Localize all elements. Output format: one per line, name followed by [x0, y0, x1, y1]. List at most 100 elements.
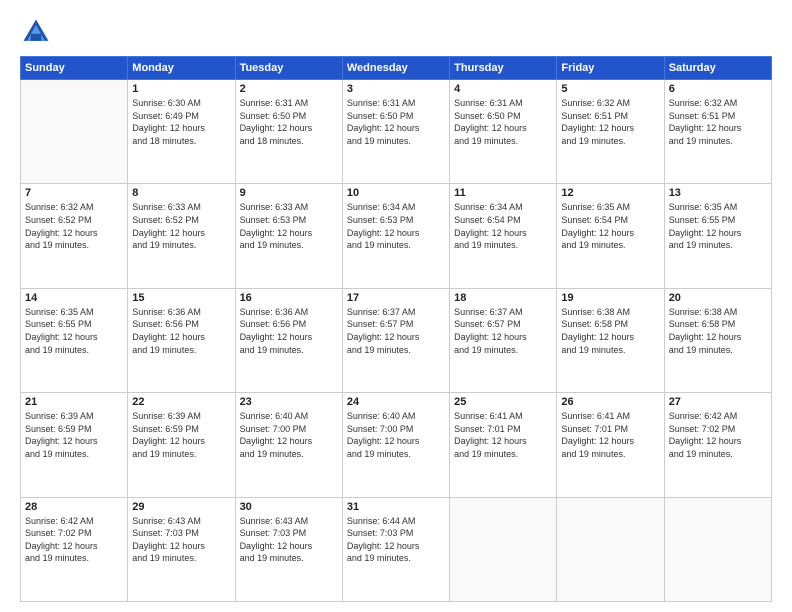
day-info: Sunrise: 6:42 AM Sunset: 7:02 PM Dayligh… [669, 410, 767, 460]
day-number: 23 [240, 396, 338, 408]
day-number: 15 [132, 292, 230, 304]
calendar-header-row: SundayMondayTuesdayWednesdayThursdayFrid… [21, 57, 772, 80]
day-info: Sunrise: 6:39 AM Sunset: 6:59 PM Dayligh… [132, 410, 230, 460]
day-number: 20 [669, 292, 767, 304]
day-info: Sunrise: 6:36 AM Sunset: 6:56 PM Dayligh… [132, 306, 230, 356]
calendar-cell: 20 Sunrise: 6:38 AM Sunset: 6:58 PM Dayli… [664, 288, 771, 392]
day-info: Sunrise: 6:42 AM Sunset: 7:02 PM Dayligh… [25, 515, 123, 565]
calendar-header-wednesday: Wednesday [342, 57, 449, 80]
day-info: Sunrise: 6:30 AM Sunset: 6:49 PM Dayligh… [132, 97, 230, 147]
calendar-cell [557, 497, 664, 601]
day-info: Sunrise: 6:33 AM Sunset: 6:53 PM Dayligh… [240, 201, 338, 251]
calendar-cell [21, 80, 128, 184]
day-info: Sunrise: 6:43 AM Sunset: 7:03 PM Dayligh… [240, 515, 338, 565]
day-number: 6 [669, 83, 767, 95]
day-number: 17 [347, 292, 445, 304]
calendar-cell: 18 Sunrise: 6:37 AM Sunset: 6:57 PM Dayli… [450, 288, 557, 392]
day-info: Sunrise: 6:33 AM Sunset: 6:52 PM Dayligh… [132, 201, 230, 251]
day-info: Sunrise: 6:41 AM Sunset: 7:01 PM Dayligh… [454, 410, 552, 460]
day-info: Sunrise: 6:36 AM Sunset: 6:56 PM Dayligh… [240, 306, 338, 356]
day-number: 1 [132, 83, 230, 95]
day-number: 16 [240, 292, 338, 304]
day-number: 25 [454, 396, 552, 408]
day-number: 14 [25, 292, 123, 304]
calendar-week-row: 1 Sunrise: 6:30 AM Sunset: 6:49 PM Daylig… [21, 80, 772, 184]
day-number: 13 [669, 187, 767, 199]
logo-icon [20, 16, 52, 48]
calendar-cell: 1 Sunrise: 6:30 AM Sunset: 6:49 PM Daylig… [128, 80, 235, 184]
day-number: 29 [132, 501, 230, 513]
calendar-cell: 5 Sunrise: 6:32 AM Sunset: 6:51 PM Daylig… [557, 80, 664, 184]
day-number: 24 [347, 396, 445, 408]
day-number: 31 [347, 501, 445, 513]
calendar-cell: 3 Sunrise: 6:31 AM Sunset: 6:50 PM Daylig… [342, 80, 449, 184]
calendar-cell: 4Sunrise: 6:31 AM Sunset: 6:50 PM Daylig… [450, 80, 557, 184]
header [20, 16, 772, 48]
day-number: 7 [25, 187, 123, 199]
calendar-cell: 16 Sunrise: 6:36 AM Sunset: 6:56 PM Dayli… [235, 288, 342, 392]
logo [20, 16, 56, 48]
day-number: 26 [561, 396, 659, 408]
day-number: 5 [561, 83, 659, 95]
calendar-cell: 13 Sunrise: 6:35 AM Sunset: 6:55 PM Dayli… [664, 184, 771, 288]
calendar-cell: 22 Sunrise: 6:39 AM Sunset: 6:59 PM Dayli… [128, 393, 235, 497]
day-number: 11 [454, 187, 552, 199]
day-number: 18 [454, 292, 552, 304]
calendar-cell: 24 Sunrise: 6:40 AM Sunset: 7:00 PM Dayli… [342, 393, 449, 497]
calendar-header-sunday: Sunday [21, 57, 128, 80]
day-info: Sunrise: 6:37 AM Sunset: 6:57 PM Dayligh… [347, 306, 445, 356]
calendar-cell: 30 Sunrise: 6:43 AM Sunset: 7:03 PM Dayli… [235, 497, 342, 601]
day-number: 9 [240, 187, 338, 199]
day-number: 28 [25, 501, 123, 513]
day-number: 27 [669, 396, 767, 408]
calendar-cell [664, 497, 771, 601]
day-info: Sunrise: 6:32 AM Sunset: 6:51 PM Dayligh… [561, 97, 659, 147]
day-number: 4 [454, 83, 552, 95]
calendar-cell: 28 Sunrise: 6:42 AM Sunset: 7:02 PM Dayli… [21, 497, 128, 601]
day-number: 19 [561, 292, 659, 304]
day-info: Sunrise: 6:35 AM Sunset: 6:55 PM Dayligh… [25, 306, 123, 356]
day-number: 10 [347, 187, 445, 199]
day-info: Sunrise: 6:32 AM Sunset: 6:52 PM Dayligh… [25, 201, 123, 251]
calendar-cell: 19 Sunrise: 6:38 AM Sunset: 6:58 PM Dayli… [557, 288, 664, 392]
day-number: 2 [240, 83, 338, 95]
day-info: Sunrise: 6:41 AM Sunset: 7:01 PM Dayligh… [561, 410, 659, 460]
calendar-cell: 10 Sunrise: 6:34 AM Sunset: 6:53 PM Dayli… [342, 184, 449, 288]
day-info: Sunrise: 6:38 AM Sunset: 6:58 PM Dayligh… [669, 306, 767, 356]
calendar-cell: 17 Sunrise: 6:37 AM Sunset: 6:57 PM Dayli… [342, 288, 449, 392]
day-info: Sunrise: 6:34 AM Sunset: 6:53 PM Dayligh… [347, 201, 445, 251]
day-info: Sunrise: 6:35 AM Sunset: 6:54 PM Dayligh… [561, 201, 659, 251]
day-info: Sunrise: 6:35 AM Sunset: 6:55 PM Dayligh… [669, 201, 767, 251]
day-number: 30 [240, 501, 338, 513]
day-info: Sunrise: 6:40 AM Sunset: 7:00 PM Dayligh… [240, 410, 338, 460]
day-info: Sunrise: 6:39 AM Sunset: 6:59 PM Dayligh… [25, 410, 123, 460]
day-info: Sunrise: 6:40 AM Sunset: 7:00 PM Dayligh… [347, 410, 445, 460]
calendar-week-row: 28 Sunrise: 6:42 AM Sunset: 7:02 PM Dayli… [21, 497, 772, 601]
calendar-cell [450, 497, 557, 601]
calendar-cell: 7 Sunrise: 6:32 AM Sunset: 6:52 PM Daylig… [21, 184, 128, 288]
calendar-cell: 26 Sunrise: 6:41 AM Sunset: 7:01 PM Dayli… [557, 393, 664, 497]
calendar-cell: 15 Sunrise: 6:36 AM Sunset: 6:56 PM Dayli… [128, 288, 235, 392]
calendar-header-monday: Monday [128, 57, 235, 80]
calendar-cell: 2 Sunrise: 6:31 AM Sunset: 6:50 PM Daylig… [235, 80, 342, 184]
calendar-cell: 11Sunrise: 6:34 AM Sunset: 6:54 PM Dayli… [450, 184, 557, 288]
day-number: 3 [347, 83, 445, 95]
day-number: 22 [132, 396, 230, 408]
calendar-cell: 29Sunrise: 6:43 AM Sunset: 7:03 PM Dayli… [128, 497, 235, 601]
day-info: Sunrise: 6:31 AM Sunset: 6:50 PM Dayligh… [240, 97, 338, 147]
day-info: Sunrise: 6:37 AM Sunset: 6:57 PM Dayligh… [454, 306, 552, 356]
page: SundayMondayTuesdayWednesdayThursdayFrid… [0, 0, 792, 612]
day-info: Sunrise: 6:31 AM Sunset: 6:50 PM Dayligh… [347, 97, 445, 147]
calendar-cell: 9 Sunrise: 6:33 AM Sunset: 6:53 PM Daylig… [235, 184, 342, 288]
day-info: Sunrise: 6:32 AM Sunset: 6:51 PM Dayligh… [669, 97, 767, 147]
day-info: Sunrise: 6:44 AM Sunset: 7:03 PM Dayligh… [347, 515, 445, 565]
calendar-header-saturday: Saturday [664, 57, 771, 80]
calendar-cell: 14 Sunrise: 6:35 AM Sunset: 6:55 PM Dayli… [21, 288, 128, 392]
calendar-cell: 12Sunrise: 6:35 AM Sunset: 6:54 PM Dayli… [557, 184, 664, 288]
day-info: Sunrise: 6:38 AM Sunset: 6:58 PM Dayligh… [561, 306, 659, 356]
calendar-cell: 8Sunrise: 6:33 AM Sunset: 6:52 PM Daylig… [128, 184, 235, 288]
calendar-header-friday: Friday [557, 57, 664, 80]
calendar-week-row: 21Sunrise: 6:39 AM Sunset: 6:59 PM Dayli… [21, 393, 772, 497]
calendar-cell: 21Sunrise: 6:39 AM Sunset: 6:59 PM Dayli… [21, 393, 128, 497]
calendar-cell: 31 Sunrise: 6:44 AM Sunset: 7:03 PM Dayli… [342, 497, 449, 601]
